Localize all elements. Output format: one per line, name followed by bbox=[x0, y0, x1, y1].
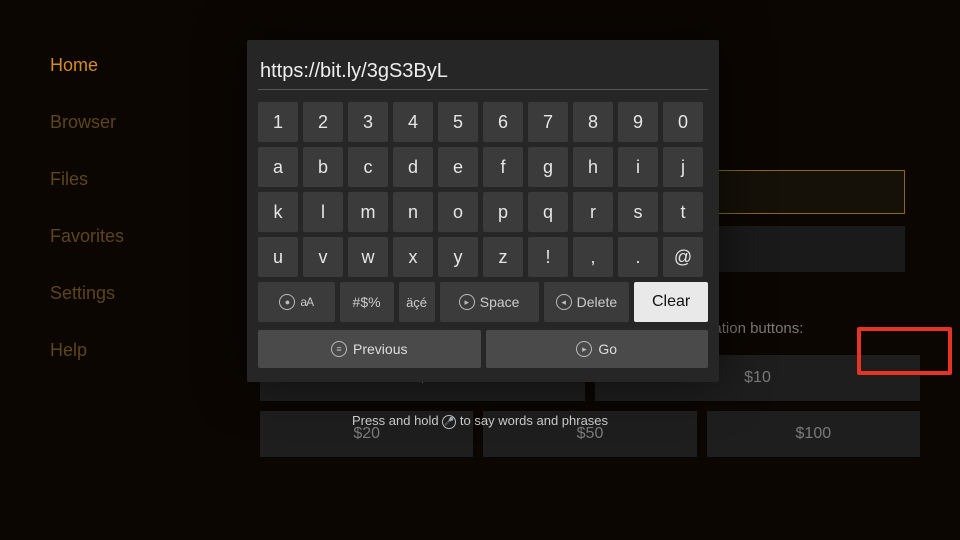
key-r[interactable]: r bbox=[573, 192, 613, 232]
keyboard-grid: 1 2 3 4 5 6 7 8 9 0 a b c d e f g h i j … bbox=[258, 102, 708, 277]
function-row: ● aA #$% äçé ▸ Space ◂ Delete Clear bbox=[258, 282, 708, 322]
key-9[interactable]: 9 bbox=[618, 102, 658, 142]
microphone-icon: 🎤 bbox=[442, 415, 456, 429]
go-icon: ▸ bbox=[576, 341, 592, 357]
key-space[interactable]: ▸ Space bbox=[440, 282, 539, 322]
hint-text-after: to say words and phrases bbox=[460, 413, 608, 428]
previous-label: Previous bbox=[353, 341, 407, 357]
key-f[interactable]: f bbox=[483, 147, 523, 187]
key-m[interactable]: m bbox=[348, 192, 388, 232]
key-u[interactable]: u bbox=[258, 237, 298, 277]
key-accents[interactable]: äçé bbox=[399, 282, 435, 322]
previous-icon: ≡ bbox=[331, 341, 347, 357]
sidebar-item-home[interactable]: Home bbox=[50, 55, 200, 76]
key-2[interactable]: 2 bbox=[303, 102, 343, 142]
key-1[interactable]: 1 bbox=[258, 102, 298, 142]
sidebar-item-settings[interactable]: Settings bbox=[50, 283, 200, 304]
key-g[interactable]: g bbox=[528, 147, 568, 187]
previous-button[interactable]: ≡ Previous bbox=[258, 330, 481, 368]
key-7[interactable]: 7 bbox=[528, 102, 568, 142]
go-button[interactable]: ▸ Go bbox=[486, 330, 709, 368]
key-v[interactable]: v bbox=[303, 237, 343, 277]
key-k[interactable]: k bbox=[258, 192, 298, 232]
key-h[interactable]: h bbox=[573, 147, 613, 187]
delete-icon: ◂ bbox=[556, 294, 572, 310]
nav-row: ≡ Previous ▸ Go bbox=[258, 330, 708, 368]
key-comma[interactable]: , bbox=[573, 237, 613, 277]
key-8[interactable]: 8 bbox=[573, 102, 613, 142]
key-exclaim[interactable]: ! bbox=[528, 237, 568, 277]
key-p[interactable]: p bbox=[483, 192, 523, 232]
key-j[interactable]: j bbox=[663, 147, 703, 187]
key-o[interactable]: o bbox=[438, 192, 478, 232]
key-delete[interactable]: ◂ Delete bbox=[544, 282, 630, 322]
key-e[interactable]: e bbox=[438, 147, 478, 187]
url-input[interactable]: https://bit.ly/3gS3ByL bbox=[258, 52, 708, 90]
key-d[interactable]: d bbox=[393, 147, 433, 187]
key-x[interactable]: x bbox=[393, 237, 433, 277]
go-label: Go bbox=[598, 341, 617, 357]
delete-label: Delete bbox=[577, 294, 617, 310]
space-icon: ▸ bbox=[459, 294, 475, 310]
sidebar-item-favorites[interactable]: Favorites bbox=[50, 226, 200, 247]
key-w[interactable]: w bbox=[348, 237, 388, 277]
key-c[interactable]: c bbox=[348, 147, 388, 187]
key-0[interactable]: 0 bbox=[663, 102, 703, 142]
onscreen-keyboard: https://bit.ly/3gS3ByL 1 2 3 4 5 6 7 8 9… bbox=[247, 40, 719, 382]
key-y[interactable]: y bbox=[438, 237, 478, 277]
key-q[interactable]: q bbox=[528, 192, 568, 232]
key-z[interactable]: z bbox=[483, 237, 523, 277]
hint-text-before: Press and hold bbox=[352, 413, 442, 428]
key-t[interactable]: t bbox=[663, 192, 703, 232]
shift-indicator-icon: ● bbox=[279, 294, 295, 310]
key-4[interactable]: 4 bbox=[393, 102, 433, 142]
sidebar: Home Browser Files Favorites Settings He… bbox=[0, 0, 200, 540]
key-shift[interactable]: ● aA bbox=[258, 282, 335, 322]
key-period[interactable]: . bbox=[618, 237, 658, 277]
sidebar-item-browser[interactable]: Browser bbox=[50, 112, 200, 133]
key-b[interactable]: b bbox=[303, 147, 343, 187]
key-6[interactable]: 6 bbox=[483, 102, 523, 142]
voice-hint: Press and hold 🎤 to say words and phrase… bbox=[0, 413, 960, 429]
key-5[interactable]: 5 bbox=[438, 102, 478, 142]
key-clear[interactable]: Clear bbox=[634, 282, 708, 322]
key-symbols[interactable]: #$% bbox=[340, 282, 394, 322]
key-i[interactable]: i bbox=[618, 147, 658, 187]
sidebar-item-help[interactable]: Help bbox=[50, 340, 200, 361]
key-at[interactable]: @ bbox=[663, 237, 703, 277]
key-s[interactable]: s bbox=[618, 192, 658, 232]
sidebar-item-files[interactable]: Files bbox=[50, 169, 200, 190]
key-a[interactable]: a bbox=[258, 147, 298, 187]
key-3[interactable]: 3 bbox=[348, 102, 388, 142]
shift-label: aA bbox=[300, 295, 313, 309]
space-label: Space bbox=[480, 294, 520, 310]
key-n[interactable]: n bbox=[393, 192, 433, 232]
key-l[interactable]: l bbox=[303, 192, 343, 232]
